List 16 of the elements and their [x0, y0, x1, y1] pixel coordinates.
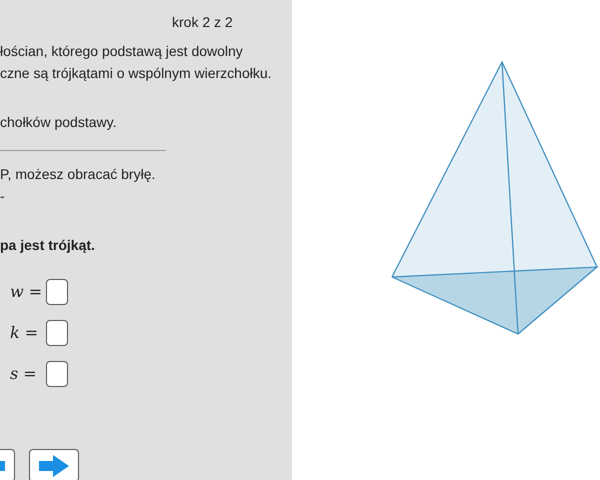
answer-box[interactable]: [46, 278, 68, 304]
answer-box[interactable]: [46, 360, 68, 386]
arrow-right-icon: [39, 454, 69, 476]
instruction-text: czne są trójkątami o wspólnym wierzchołku.: [0, 64, 273, 83]
variable-label: w =: [10, 282, 44, 301]
step-counter: krok 2 z 2: [172, 13, 234, 32]
instruction-text: łościan, którego podstawą jest dowolny: [0, 42, 244, 61]
pyramid-drawing[interactable]: [391, 60, 599, 335]
variable-label: s =: [10, 364, 38, 383]
next-button[interactable]: [29, 449, 79, 480]
instruction-text: chołków podstawy.: [0, 113, 118, 132]
variable-label: k =: [10, 323, 40, 342]
instruction-text: pa jest trójkąt.: [0, 236, 96, 255]
instruction-text: -: [0, 187, 6, 206]
instruction-text: P, możesz obracać bryłę.: [0, 165, 156, 184]
answer-box[interactable]: [46, 320, 68, 346]
